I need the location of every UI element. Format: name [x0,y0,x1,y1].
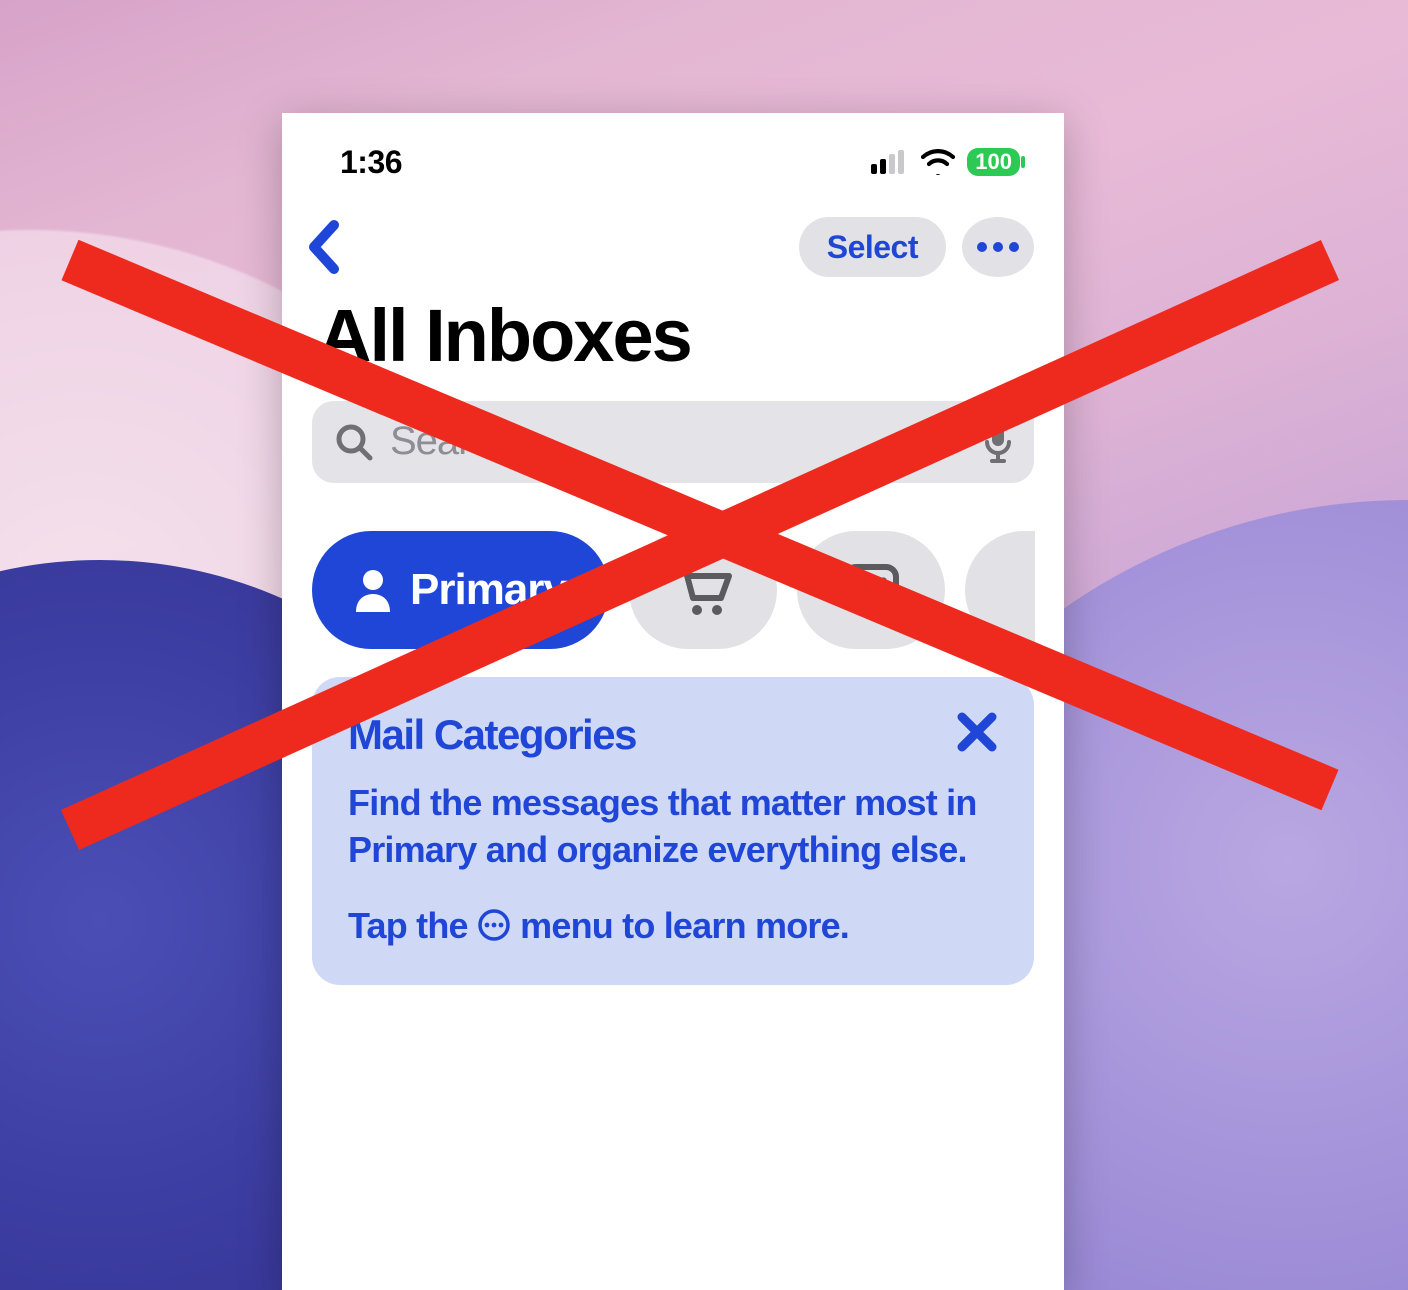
info-card-close-button[interactable] [956,711,998,758]
info-card-title: Mail Categories [348,711,636,759]
info-card-line1: Find the messages that matter most in Pr… [348,779,998,874]
info-card-line2a: Tap the [348,905,477,946]
status-bar: 1:36 100 [282,113,1064,197]
search-icon [334,422,374,462]
select-button[interactable]: Select [799,217,946,277]
category-chip-updates[interactable] [797,531,945,649]
category-chip-more[interactable] [965,531,1035,649]
mail-categories-card: Mail Categories Find the messages that m… [312,677,1034,986]
cellular-icon [871,150,909,174]
select-button-label: Select [827,229,918,266]
search-placeholder: Search [390,419,968,464]
category-chip-row[interactable]: Primary [282,507,1064,677]
page-title: All Inboxes [282,287,1064,401]
nav-bar: Select [282,197,1064,287]
info-card-body: Find the messages that matter most in Pr… [348,779,998,950]
microphone-icon[interactable] [984,420,1012,464]
category-chip-primary[interactable]: Primary [312,531,609,649]
category-chip-primary-label: Primary [410,565,567,615]
wifi-icon [921,149,955,175]
wallpaper-canvas: 1:36 100 [0,0,1408,1290]
more-inline-icon [477,908,511,942]
more-button[interactable] [962,217,1034,277]
chevron-left-icon [304,219,344,275]
mail-app-screenshot: 1:36 100 [282,113,1064,1290]
battery-indicator: 100 [967,148,1020,176]
close-icon [956,711,998,753]
chat-icon [842,563,900,617]
more-icon [977,242,1019,252]
search-input[interactable]: Search [312,401,1034,483]
info-card-line2b: menu to learn more. [511,905,849,946]
cart-icon [673,562,733,618]
status-indicators: 100 [871,148,1020,176]
status-time: 1:36 [340,144,402,181]
category-chip-transactions[interactable] [629,531,777,649]
back-button[interactable] [304,219,344,275]
person-icon [354,568,392,612]
info-card-line2: Tap the menu to learn more. [348,902,998,950]
